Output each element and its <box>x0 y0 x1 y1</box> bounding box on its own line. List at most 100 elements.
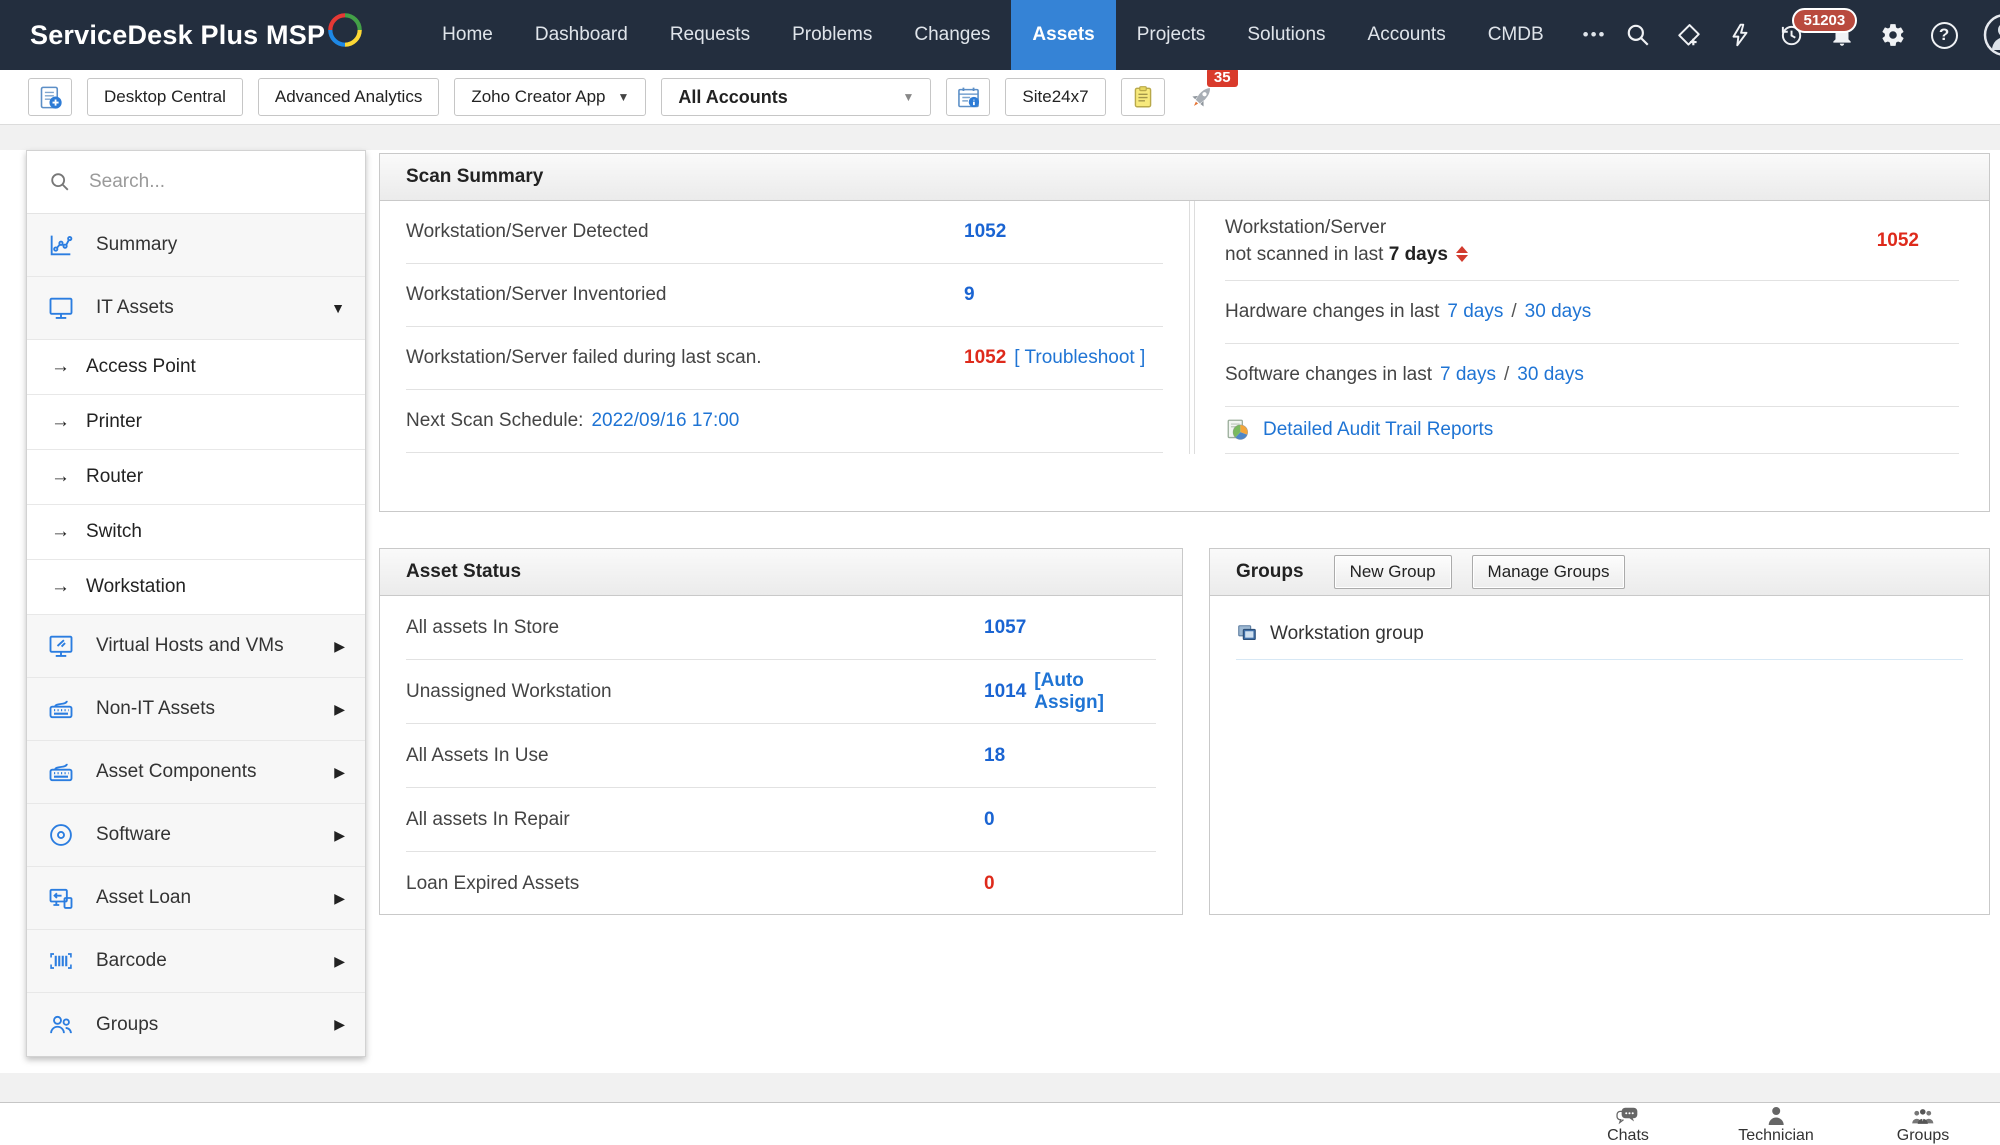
in-repair-value[interactable]: 0 <box>984 809 995 831</box>
software-7days-link[interactable]: 7 days <box>1440 364 1496 386</box>
nav-item-cmdb[interactable]: CMDB <box>1467 0 1565 70</box>
nav-item-solutions[interactable]: Solutions <box>1226 0 1346 70</box>
sidebar-item-virtual-hosts[interactable]: Virtual Hosts and VMs ▶ <box>27 615 365 678</box>
nav-item-home[interactable]: Home <box>421 0 514 70</box>
nav-item-problems[interactable]: Problems <box>771 0 893 70</box>
assets-sidebar: Summary IT Assets ▼ → Access Point → Pri… <box>26 150 366 1057</box>
chevron-right-icon: ▶ <box>334 826 345 843</box>
monitor-icon <box>47 294 79 322</box>
nav-item-accounts[interactable]: Accounts <box>1347 0 1467 70</box>
sidebar-item-router[interactable]: → Router <box>27 450 365 505</box>
sidebar-item-label: Asset Components <box>96 761 257 782</box>
sidebar-item-access-point[interactable]: → Access Point <box>27 340 365 395</box>
nav-item-changes[interactable]: Changes <box>893 0 1011 70</box>
add-document-button[interactable] <box>28 78 72 116</box>
tasks-clipboard-button[interactable] <box>1120 78 1165 116</box>
technician-button[interactable]: Technician <box>1738 1106 1814 1145</box>
audit-trail-reports-link[interactable]: Detailed Audit Trail Reports <box>1263 419 1493 441</box>
nav-item-projects[interactable]: Projects <box>1116 0 1227 70</box>
chevron-right-icon: ▶ <box>334 952 345 969</box>
sidebar-item-printer[interactable]: → Printer <box>27 395 365 450</box>
chats-button[interactable]: Chats <box>1607 1106 1649 1145</box>
zoho-creator-label: Zoho Creator App <box>471 87 606 106</box>
auto-assign-link[interactable]: [Auto Assign] <box>1034 670 1156 714</box>
announcements-button[interactable]: 35 <box>1179 68 1238 116</box>
keyboard-icon <box>47 758 79 786</box>
manage-groups-button[interactable]: Manage Groups <box>1471 555 1626 589</box>
arrow-right-icon: → <box>51 356 70 377</box>
scan-row-detected: Workstation/Server Detected 1052 <box>406 201 1163 264</box>
groups-button[interactable]: Groups <box>1897 1106 1949 1145</box>
scan-summary-right-column: Workstation/Server not scanned in last 7… <box>1194 201 1989 454</box>
row-label: Workstation/Server not scanned in last 7… <box>1225 214 1468 268</box>
desktop-central-button[interactable]: Desktop Central <box>87 78 243 116</box>
sidebar-item-it-assets[interactable]: IT Assets ▼ <box>27 277 365 340</box>
scan-schedule-button[interactable] <box>946 78 991 116</box>
inventoried-value[interactable]: 9 <box>964 284 975 306</box>
sidebar-item-workstation[interactable]: → Workstation <box>27 560 365 615</box>
quick-actions-icon[interactable] <box>1727 22 1753 48</box>
calendar-info-icon <box>958 87 979 107</box>
row-label: Loan Expired Assets <box>406 873 580 894</box>
row-label: All Assets In Use <box>406 744 549 766</box>
sidebar-item-non-it-assets[interactable]: Non-IT Assets ▶ <box>27 678 365 741</box>
nav-more-menu[interactable]: ••• <box>1565 0 1625 70</box>
group-list-item[interactable]: Workstation group <box>1236 620 1963 660</box>
user-avatar[interactable] <box>1983 13 2000 57</box>
sidebar-item-switch[interactable]: → Switch <box>27 505 365 560</box>
sidebar-item-asset-loan[interactable]: Asset Loan ▶ <box>27 867 365 930</box>
accounts-filter-dropdown[interactable]: All Accounts ▼ <box>661 78 932 116</box>
asset-row-unassigned: Unassigned Workstation 1014 [Auto Assign… <box>406 660 1156 724</box>
chevron-down-icon: ▼ <box>617 90 630 104</box>
scan-row-failed: Workstation/Server failed during last sc… <box>406 327 1163 390</box>
history-icon[interactable]: 51203 <box>1778 8 1858 48</box>
sidebar-item-asset-components[interactable]: Asset Components ▶ <box>27 741 365 804</box>
row-label: Workstation/Server failed during last sc… <box>406 347 762 368</box>
site24x7-button[interactable]: Site24x7 <box>1005 78 1106 116</box>
panel-title: Scan Summary <box>406 166 544 187</box>
nav-item-assets[interactable]: Assets <box>1011 0 1116 70</box>
navbar-actions: 51203 ? <box>1625 0 2000 70</box>
in-store-value[interactable]: 1057 <box>984 617 1026 639</box>
technician-icon <box>1768 1107 1784 1125</box>
settings-gear-icon[interactable] <box>1880 22 1906 48</box>
sort-arrows-icon[interactable] <box>1455 246 1468 263</box>
nav-item-requests[interactable]: Requests <box>649 0 771 70</box>
hardware-30days-link[interactable]: 30 days <box>1525 301 1592 323</box>
sidebar-item-barcode[interactable]: Barcode ▶ <box>27 930 365 993</box>
main-menu: Home Dashboard Requests Problems Changes… <box>421 0 1624 70</box>
add-request-icon[interactable] <box>1676 22 1702 48</box>
nav-item-dashboard[interactable]: Dashboard <box>514 0 649 70</box>
scan-row-next-schedule: Next Scan Schedule: 2022/09/16 17:00 <box>406 390 1163 453</box>
in-use-value[interactable]: 18 <box>984 745 1005 767</box>
arrow-right-icon: → <box>51 466 70 487</box>
sidebar-search-input[interactable] <box>89 171 319 193</box>
hardware-7days-link[interactable]: 7 days <box>1447 301 1503 323</box>
sidebar-item-software[interactable]: Software ▶ <box>27 804 365 867</box>
row-label: Unassigned Workstation <box>406 680 612 702</box>
arrow-right-icon: → <box>51 411 70 432</box>
not-scanned-value[interactable]: 1052 <box>1877 230 1919 252</box>
software-30days-link[interactable]: 30 days <box>1517 364 1584 386</box>
search-icon[interactable] <box>1625 22 1651 48</box>
failed-value[interactable]: 1052 <box>964 347 1006 369</box>
zoho-creator-dropdown[interactable]: Zoho Creator App ▼ <box>454 78 647 116</box>
help-icon[interactable]: ? <box>1930 21 1958 49</box>
not-scanned-period[interactable]: 7 days <box>1389 244 1448 265</box>
unassigned-value[interactable]: 1014 <box>984 681 1026 703</box>
detected-value[interactable]: 1052 <box>964 221 1006 243</box>
sidebar-item-groups[interactable]: Groups ▶ <box>27 993 365 1056</box>
advanced-analytics-button[interactable]: Advanced Analytics <box>257 78 440 116</box>
loan-expired-value[interactable]: 0 <box>984 873 995 895</box>
troubleshoot-link[interactable]: [ Troubleshoot ] <box>1014 347 1145 369</box>
groups-panel: Groups New Group Manage Groups Workstati… <box>1209 548 1990 915</box>
scan-row-inventoried: Workstation/Server Inventoried 9 <box>406 264 1163 327</box>
next-scan-datetime-link[interactable]: 2022/09/16 17:00 <box>591 410 739 432</box>
new-group-button[interactable]: New Group <box>1333 555 1452 589</box>
search-icon <box>51 173 69 191</box>
keyboard-icon <box>47 695 79 723</box>
sidebar-item-summary[interactable]: Summary <box>27 214 365 277</box>
sidebar-item-label: Barcode <box>96 950 167 971</box>
clipboard-icon <box>1134 86 1151 108</box>
not-scanned-line1: Workstation/Server <box>1225 216 1387 238</box>
